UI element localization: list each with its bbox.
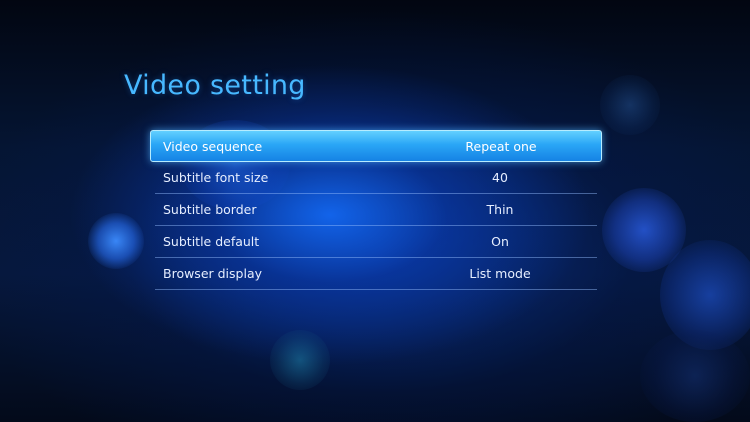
setting-label: Browser display	[163, 266, 263, 281]
setting-label: Subtitle border	[163, 202, 257, 217]
bokeh-light	[600, 75, 660, 135]
bokeh-light	[602, 188, 686, 272]
setting-row-subtitle-font-size[interactable]: Subtitle font size 40	[155, 162, 597, 194]
bokeh-light	[660, 240, 750, 350]
setting-row-video-sequence[interactable]: Video sequence Repeat one	[150, 130, 602, 162]
setting-label: Subtitle default	[163, 234, 260, 249]
bokeh-light	[640, 330, 750, 422]
settings-list: Video sequence Repeat one Subtitle font …	[150, 130, 602, 290]
setting-value: Repeat one	[465, 139, 537, 154]
setting-value: On	[491, 234, 509, 249]
setting-label: Video sequence	[163, 139, 263, 154]
bokeh-light	[270, 330, 330, 390]
bokeh-light	[88, 213, 144, 269]
setting-value: Thin	[486, 202, 514, 217]
setting-label: Subtitle font size	[163, 170, 269, 185]
setting-value: 40	[492, 170, 508, 185]
page-title: Video setting	[124, 70, 306, 101]
setting-row-subtitle-border[interactable]: Subtitle border Thin	[155, 194, 597, 226]
setting-row-subtitle-default[interactable]: Subtitle default On	[155, 226, 597, 258]
setting-row-browser-display[interactable]: Browser display List mode	[155, 258, 597, 290]
setting-value: List mode	[469, 266, 531, 281]
